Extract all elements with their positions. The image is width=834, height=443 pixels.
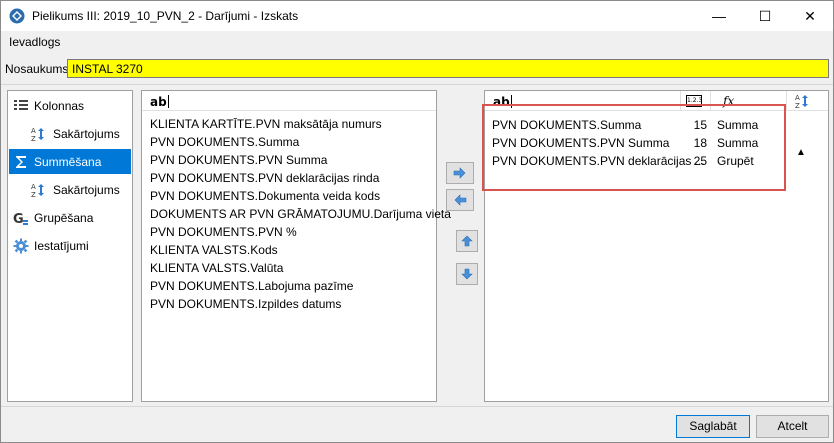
svg-text:A: A xyxy=(795,94,800,102)
nav-item-iestatijumi[interactable]: Iestatījumi xyxy=(9,233,131,258)
name-row: Nosaukums: INSTAL 3270 xyxy=(1,56,833,81)
arrow-left-icon xyxy=(454,194,467,206)
svg-text:Z: Z xyxy=(31,135,36,142)
cancel-button[interactable]: Atcelt xyxy=(756,415,829,438)
save-button[interactable]: Saglabāt xyxy=(676,415,750,438)
svg-text:G: G xyxy=(13,212,24,226)
divider xyxy=(1,406,833,407)
available-fields-panel: ab KLIENTA KARTĪTE.PVN maksātāja numurs … xyxy=(141,90,451,402)
list-item[interactable]: PVN DOKUMENTS.Labojuma pazīme xyxy=(150,279,353,293)
nav-item-label: Kolonnas xyxy=(34,99,85,113)
move-down-button[interactable] xyxy=(456,263,478,285)
sort-az-icon: A Z xyxy=(31,127,44,142)
sort-ascending-icon[interactable]: ▲ xyxy=(796,147,806,158)
gear-icon xyxy=(13,238,29,254)
nav-item-label: Iestatījumi xyxy=(34,239,89,253)
column-divider xyxy=(786,91,787,111)
svg-text:A: A xyxy=(31,183,36,191)
list-item[interactable]: PVN DOKUMENTS.PVN Summa xyxy=(150,153,327,167)
arrow-right-icon xyxy=(453,167,466,179)
text-field-icon: ab xyxy=(150,95,167,109)
highlight-box xyxy=(482,104,786,191)
list-item[interactable]: KLIENTA KARTĪTE.PVN maksātāja numurs xyxy=(150,117,382,131)
remove-field-button[interactable] xyxy=(446,189,474,211)
maximize-button[interactable]: ☐ xyxy=(742,1,788,31)
svg-text:Z: Z xyxy=(31,191,36,198)
dialog-window: Pielikums III: 2019_10_PVN_2 - Darījumi … xyxy=(0,0,834,443)
sort-az-icon: A Z xyxy=(31,183,44,198)
name-label: Nosaukums: xyxy=(5,62,72,76)
svg-text:A: A xyxy=(31,127,36,135)
arrow-up-icon xyxy=(461,235,473,247)
available-header: ab xyxy=(142,91,436,111)
nav-item-label: Summēšana xyxy=(34,155,102,169)
nav-item-columns-sort[interactable]: A Z Sakārtojums xyxy=(9,121,131,146)
columns-icon xyxy=(14,100,28,110)
nav-item-label: Sakārtojums xyxy=(53,183,120,197)
svg-text:Z: Z xyxy=(795,102,800,109)
add-field-button[interactable] xyxy=(446,162,474,184)
nav-item-kolonnas[interactable]: Kolonnas xyxy=(9,93,131,118)
maximize-icon: ☐ xyxy=(758,8,772,24)
app-logo-icon xyxy=(9,8,25,24)
move-up-button[interactable] xyxy=(456,230,478,252)
list-item[interactable]: PVN DOKUMENTS.Izpildes datums xyxy=(150,297,341,311)
list-item[interactable]: KLIENTA VALSTS.Valūta xyxy=(150,261,283,275)
close-button[interactable]: ✕ xyxy=(787,1,833,31)
sort-az-icon: A Z xyxy=(795,94,808,109)
list-item[interactable]: KLIENTA VALSTS.Kods xyxy=(150,243,278,257)
minimize-icon: — xyxy=(712,8,726,24)
left-nav: Kolonnas A Z Sakārtojums Summēšana A Z S… xyxy=(7,90,133,402)
list-item[interactable]: PVN DOKUMENTS.Summa xyxy=(150,135,299,149)
list-item[interactable]: PVN DOKUMENTS.PVN deklarācijas rinda xyxy=(150,171,379,185)
group-icon: G xyxy=(13,212,28,226)
nav-item-sum-sort[interactable]: A Z Sakārtojums xyxy=(9,177,131,202)
sum-icon xyxy=(16,156,26,168)
nav-item-grupesana[interactable]: G Grupēšana xyxy=(9,205,131,230)
title-bar: Pielikums III: 2019_10_PVN_2 - Darījumi … xyxy=(1,1,833,31)
arrow-down-icon xyxy=(461,268,473,280)
cursor-icon xyxy=(168,95,169,108)
nav-item-summesana[interactable]: Summēšana xyxy=(9,149,131,174)
window-title: Pielikums III: 2019_10_PVN_2 - Darījumi … xyxy=(32,9,299,23)
nav-item-label: Sakārtojums xyxy=(53,127,120,141)
list-item[interactable]: PVN DOKUMENTS.PVN % xyxy=(150,225,297,239)
minimize-button[interactable]: — xyxy=(696,1,742,31)
nav-item-label: Grupēšana xyxy=(34,211,94,225)
list-item[interactable]: PVN DOKUMENTS.Dokumenta veida kods xyxy=(150,189,380,203)
close-icon: ✕ xyxy=(804,8,816,24)
name-input[interactable]: INSTAL 3270 xyxy=(67,59,829,78)
menu-bar: Ievadlogs xyxy=(1,32,833,52)
list-item[interactable]: DOKUMENTS AR PVN GRĀMATOJUMU.Darījuma vi… xyxy=(150,207,451,221)
menu-item-ievadlogs[interactable]: Ievadlogs xyxy=(9,35,60,49)
divider xyxy=(1,84,833,85)
